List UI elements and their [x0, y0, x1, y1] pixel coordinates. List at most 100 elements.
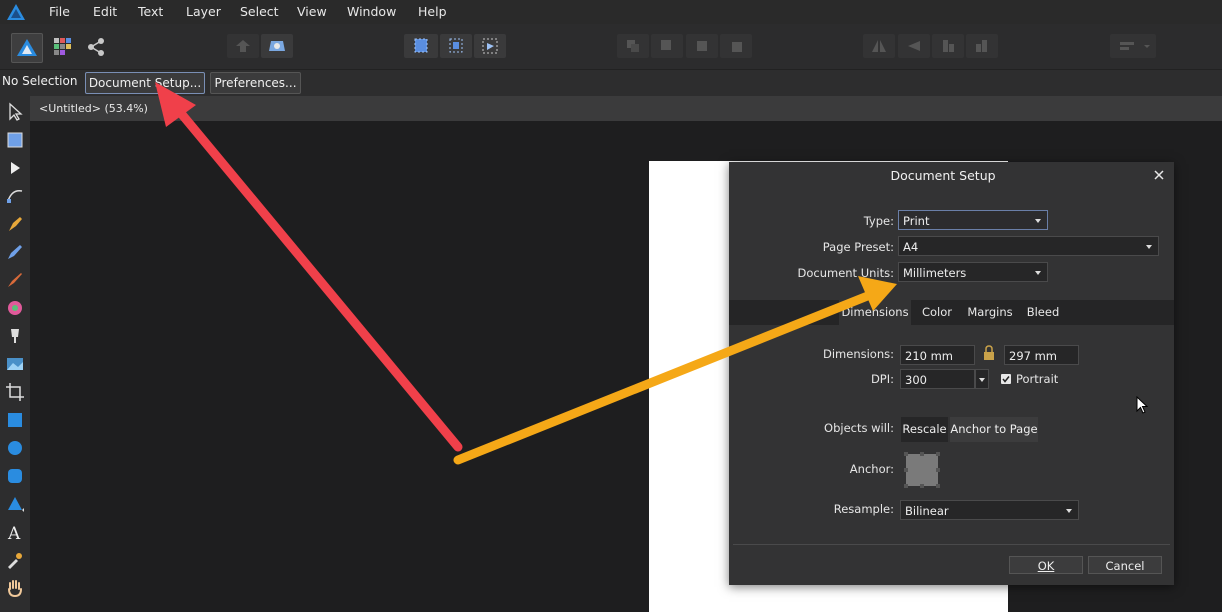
chevron-down-icon: [979, 378, 985, 382]
document-setup-button[interactable]: Document Setup...: [85, 72, 205, 94]
snapping-icon: [269, 41, 285, 51]
node-tool-icon[interactable]: [4, 157, 26, 179]
anchor-label: Anchor:: [849, 462, 894, 476]
menu-edit[interactable]: Edit: [93, 4, 117, 19]
artboard-tool-icon[interactable]: [4, 129, 26, 151]
mouse-cursor-icon: [1136, 396, 1149, 414]
toolbar: [0, 24, 1222, 70]
arrange-icon: [627, 40, 639, 52]
rotate-left-icon: [943, 40, 954, 52]
dashed-square-icon: [414, 38, 428, 53]
arrange-icon: [661, 40, 671, 50]
tab-color[interactable]: Color: [915, 300, 959, 325]
move-tool-icon[interactable]: [4, 101, 26, 123]
anchor-grid-icon[interactable]: [903, 451, 941, 489]
pixel-persona-icon[interactable]: [52, 36, 72, 56]
menu-help[interactable]: Help: [418, 4, 447, 19]
triangle-tool-icon[interactable]: [4, 493, 26, 515]
snapping-button[interactable]: [261, 34, 293, 58]
document-units-label: Document Units:: [797, 266, 894, 280]
page-preset-label: Page Preset:: [822, 240, 894, 254]
portrait-label: Portrait: [1016, 372, 1059, 386]
resample-select[interactable]: Bilinear: [900, 500, 1079, 520]
chevron-down-icon: [1035, 271, 1041, 275]
arrange-icon: [732, 42, 742, 52]
select-inside-button[interactable]: [440, 34, 472, 58]
height-field[interactable]: 297 mm: [1004, 345, 1079, 365]
arrange-back-button[interactable]: [617, 34, 649, 58]
close-icon[interactable]: [1153, 169, 1165, 181]
align-dropdown-button[interactable]: [1110, 34, 1156, 58]
portrait-checkbox[interactable]: [1001, 374, 1011, 384]
cancel-button[interactable]: Cancel: [1088, 556, 1162, 574]
crop-tool-icon[interactable]: [4, 381, 26, 403]
align-icon: [1120, 42, 1150, 50]
rotate-right-button[interactable]: [966, 34, 998, 58]
dialog-tab-strip: Dimensions Color Margins Bleed: [729, 300, 1174, 325]
type-value: Print: [903, 214, 930, 228]
upload-icon: [236, 40, 250, 52]
arrange-forward-button[interactable]: [686, 34, 718, 58]
rotate-right-icon: [976, 40, 987, 52]
flip-vertical-button[interactable]: [898, 34, 930, 58]
menu-file[interactable]: File: [49, 4, 70, 19]
preferences-button[interactable]: Preferences...: [210, 72, 301, 94]
dpi-dropdown-button[interactable]: [975, 369, 989, 389]
fill-tool-icon[interactable]: [4, 297, 26, 319]
ellipse-tool-icon[interactable]: [4, 437, 26, 459]
rotate-left-button[interactable]: [932, 34, 964, 58]
flip-horizontal-button[interactable]: [863, 34, 895, 58]
lock-icon[interactable]: [982, 345, 996, 361]
pen-tool-icon[interactable]: [4, 213, 26, 235]
arrange-front-button[interactable]: [720, 34, 752, 58]
upload-button[interactable]: [227, 34, 259, 58]
menu-view[interactable]: View: [297, 4, 327, 19]
export-persona-icon[interactable]: [85, 36, 107, 58]
tab-margins[interactable]: Margins: [963, 300, 1017, 325]
menu-bar: File Edit Text Layer Select View Window …: [0, 0, 1222, 24]
page-preset-value: A4: [903, 240, 919, 254]
arrange-backward-button[interactable]: [651, 34, 683, 58]
menu-window[interactable]: Window: [347, 4, 396, 19]
ok-button[interactable]: OK: [1009, 556, 1083, 574]
document-tab-bar: <Untitled> (53.4%): [30, 96, 1222, 121]
artistic-text-tool-icon[interactable]: A: [4, 521, 26, 543]
tab-bleed[interactable]: Bleed: [1021, 300, 1065, 325]
type-label: Type:: [863, 214, 894, 228]
width-field[interactable]: 210 mm: [900, 345, 975, 365]
resample-label: Resample:: [833, 502, 894, 516]
select-all-button[interactable]: [404, 34, 438, 58]
tools-panel: A: [0, 96, 30, 612]
type-select[interactable]: Print: [898, 210, 1048, 230]
dimensions-label: Dimensions:: [823, 347, 894, 361]
resample-value: Bilinear: [905, 504, 949, 518]
menu-select[interactable]: Select: [240, 4, 279, 19]
transform-button[interactable]: [474, 34, 506, 58]
rounded-rectangle-tool-icon[interactable]: [4, 465, 26, 487]
designer-persona-button[interactable]: [11, 33, 43, 63]
color-picker-tool-icon[interactable]: [4, 549, 26, 571]
menu-layer[interactable]: Layer: [186, 4, 221, 19]
chevron-down-icon: [1066, 509, 1072, 513]
arrange-icon: [697, 41, 707, 51]
rescale-option[interactable]: Rescale: [901, 417, 948, 442]
rectangle-tool-icon[interactable]: [4, 409, 26, 431]
hand-tool-icon[interactable]: [4, 577, 26, 599]
flip-horizontal-icon: [872, 40, 886, 52]
pencil-tool-icon[interactable]: [4, 241, 26, 263]
place-image-tool-icon[interactable]: [4, 353, 26, 375]
transparency-tool-icon[interactable]: [4, 325, 26, 347]
anchor-to-page-option[interactable]: Anchor to Page: [950, 417, 1038, 442]
brush-tool-icon[interactable]: [4, 269, 26, 291]
designer-persona-icon: [17, 39, 37, 56]
dialog-divider: [733, 544, 1170, 545]
dpi-field[interactable]: 300: [900, 369, 975, 389]
page-preset-select[interactable]: A4: [898, 236, 1159, 256]
document-units-select[interactable]: Millimeters: [898, 262, 1048, 282]
menu-text[interactable]: Text: [138, 4, 163, 19]
document-tab[interactable]: <Untitled> (53.4%): [39, 102, 148, 115]
point-transform-tool-icon[interactable]: [4, 185, 26, 207]
document-units-value: Millimeters: [903, 266, 967, 280]
tab-dimensions[interactable]: Dimensions: [839, 300, 911, 325]
dpi-label: DPI:: [870, 372, 894, 386]
